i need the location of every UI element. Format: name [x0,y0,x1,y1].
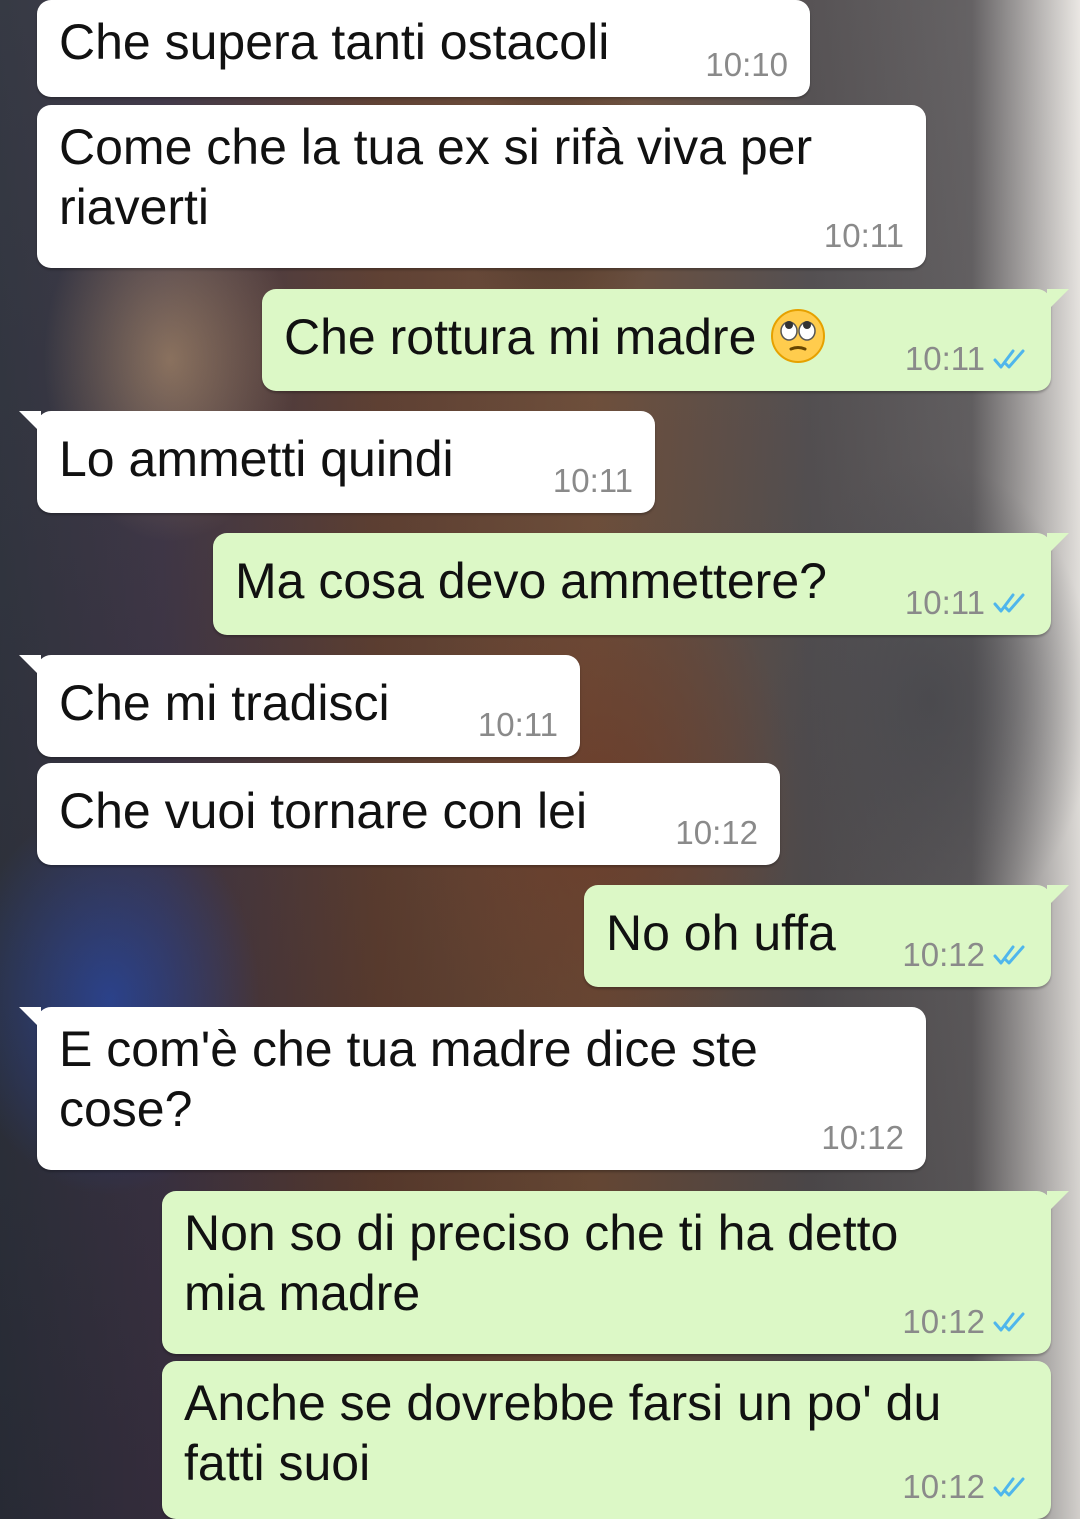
message-meta: 10:11 [905,341,1029,377]
message-time: 10:12 [902,1303,985,1340]
message-outgoing[interactable]: Ma cosa devo ammettere? 10:11 [213,533,1069,635]
message-outgoing[interactable]: Che rottura mi madre 10:11 [262,289,1069,391]
message-meta: 10:11 [905,585,1029,621]
message-time: 10:10 [705,46,788,83]
rolling-eyes-emoji-icon [771,309,826,363]
message-text: Lo ammetti quindi [59,431,454,487]
message-outgoing[interactable]: Non so di preciso che ti ha detto mia ma… [162,1191,1069,1354]
double-check-icon [993,349,1025,369]
double-check-icon [993,1477,1025,1497]
message-meta: 10:11 [553,463,633,499]
message-time: 10:12 [902,1468,985,1505]
message-outgoing[interactable]: Anche se dovrebbe farsi un po' du fatti … [162,1361,1051,1519]
message-time: 10:12 [902,936,985,973]
message-meta: 10:10 [705,47,788,83]
message-incoming[interactable]: Come che la tua ex si rifà viva per riav… [37,105,926,268]
message-text: Anche se dovrebbe farsi un po' du fatti … [184,1375,942,1491]
message-time: 10:11 [477,706,558,743]
message-time: 10:12 [675,814,758,851]
message-time: 10:11 [904,584,985,621]
message-meta: 10:12 [675,815,758,851]
double-check-icon [993,1312,1025,1332]
message-meta: 10:11 [824,218,904,254]
message-text: E com'è che tua madre dice ste cose? [59,1021,758,1137]
message-meta: 10:12 [902,937,1029,973]
double-check-icon [993,945,1025,965]
message-text: Che supera tanti ostacoli [59,14,610,70]
message-meta: 10:12 [902,1469,1029,1505]
message-outgoing[interactable]: No oh uffa 10:12 [584,885,1069,987]
double-check-icon [993,593,1025,613]
message-time: 10:11 [552,462,633,499]
message-list[interactable]: Che supera tanti ostacoli 10:10 Come che… [0,0,1080,1519]
message-meta: 10:12 [902,1304,1029,1340]
message-text: Che rottura mi madre [284,309,757,365]
message-time: 10:11 [904,340,985,377]
message-time: 10:11 [823,217,904,254]
message-incoming[interactable]: Che vuoi tornare con lei 10:12 [37,763,780,865]
message-incoming[interactable]: Che supera tanti ostacoli 10:10 [37,0,810,97]
message-text: Come che la tua ex si rifà viva per riav… [59,119,813,235]
message-text: Che vuoi tornare con lei [59,783,588,839]
message-incoming[interactable]: Che mi tradisci 10:11 [19,655,580,757]
message-incoming[interactable]: E com'è che tua madre dice ste cose? 10:… [19,1007,926,1170]
message-meta: 10:12 [821,1120,904,1156]
message-time: 10:12 [821,1119,904,1156]
message-text: Non so di preciso che ti ha detto mia ma… [184,1205,899,1321]
message-meta: 10:11 [478,707,558,743]
message-incoming[interactable]: Lo ammetti quindi 10:11 [19,411,655,513]
